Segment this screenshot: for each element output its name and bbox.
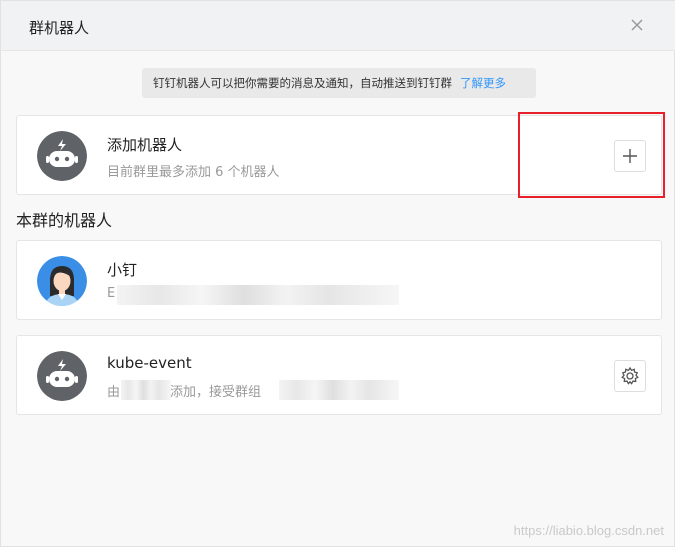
redacted-text <box>121 380 171 400</box>
robot-desc-prefix: 由 <box>107 385 121 400</box>
robot-name: kube-event <box>107 354 192 372</box>
robot-name: 小钉 <box>107 261 138 279</box>
close-icon[interactable] <box>628 16 646 34</box>
group-robot-dialog: 群机器人 钉钉机器人可以把你需要的消息及通知，自动推送到钉钉群 了解更多 添加机器… <box>0 0 675 547</box>
dialog-title: 群机器人 <box>29 19 90 37</box>
redacted-text <box>279 380 399 400</box>
section-title: 本群的机器人 <box>16 211 113 230</box>
robot-desc-tail: 添加，接受群组 <box>170 385 262 400</box>
add-robot-title: 添加机器人 <box>107 136 183 154</box>
robot-card-kube-event[interactable]: kube-event 由 添加，接受群组 <box>16 335 662 415</box>
notice-text: 钉钉机器人可以把你需要的消息及通知，自动推送到钉钉群 <box>153 76 452 90</box>
info-notice: 钉钉机器人可以把你需要的消息及通知，自动推送到钉钉群 了解更多 <box>142 68 536 98</box>
robot-desc: E <box>107 286 116 301</box>
watermark: https://liabio.blog.csdn.net <box>513 523 664 538</box>
redacted-text <box>117 285 399 305</box>
learn-more-link[interactable]: 了解更多 <box>460 76 506 90</box>
robot-settings-button[interactable] <box>614 360 646 392</box>
robot-avatar-icon <box>37 351 87 401</box>
xiaoding-avatar <box>37 256 87 306</box>
add-robot-desc: 目前群里最多添加 6 个机器人 <box>107 165 280 180</box>
robot-card-xiaoding[interactable]: 小钉 E <box>16 240 662 320</box>
dialog-header: 群机器人 <box>1 1 675 51</box>
highlight-box <box>518 112 665 198</box>
robot-avatar-icon <box>37 131 87 181</box>
gear-icon <box>621 366 639 385</box>
